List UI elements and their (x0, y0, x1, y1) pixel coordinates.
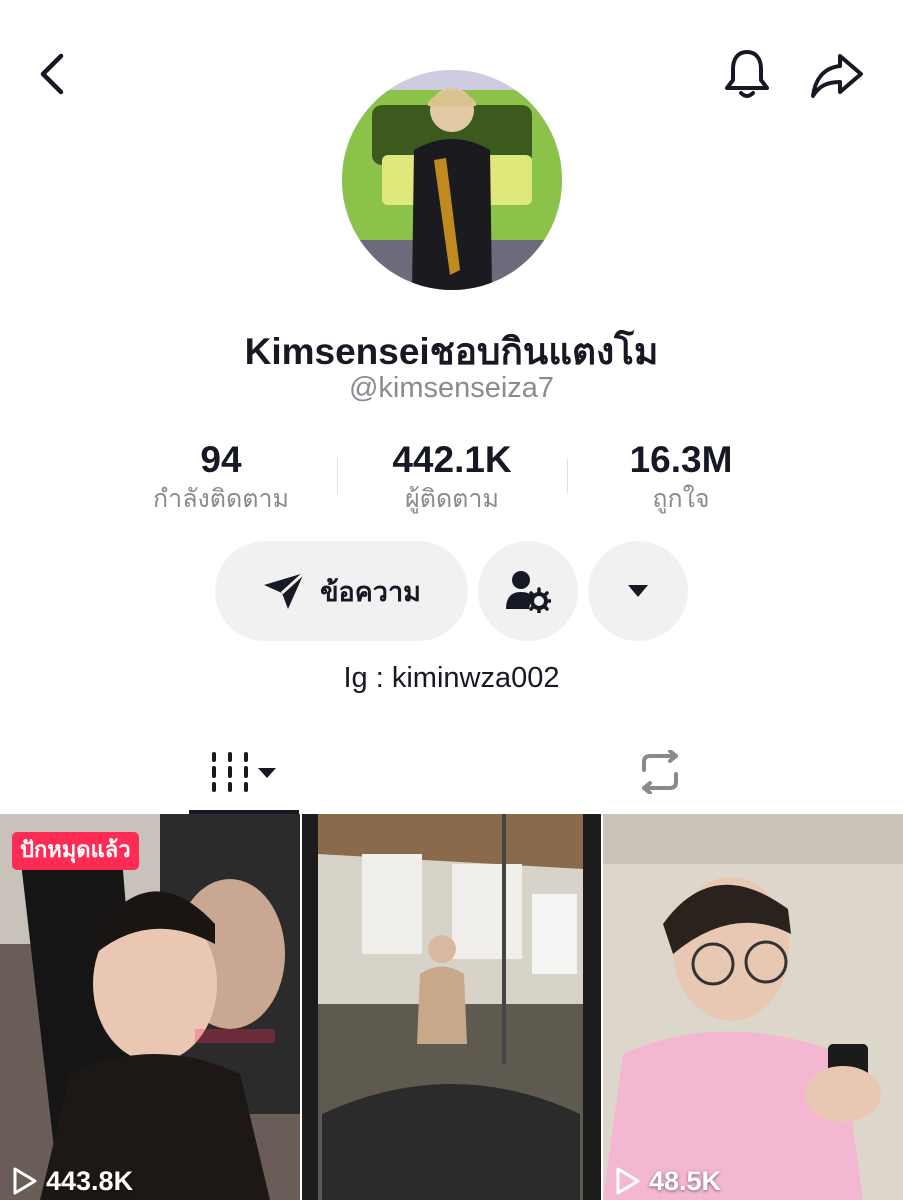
send-icon (264, 571, 306, 609)
video-thumbnail-image (603, 814, 903, 1200)
tab-videos[interactable] (190, 730, 298, 814)
view-count: 443.8K (12, 1162, 133, 1200)
share-arrow-icon (811, 54, 863, 98)
content-tabs (0, 730, 903, 814)
following-count: 94 (200, 439, 242, 480)
following-stat[interactable]: 94 กำลังติดตาม (111, 440, 331, 516)
followers-label: ผู้ติดตาม (405, 484, 499, 513)
play-icon (13, 1167, 37, 1195)
message-label: ข้อความ (320, 576, 421, 608)
video-thumbnail-image (0, 814, 300, 1200)
play-icon (616, 1167, 640, 1195)
action-buttons: ข้อความ (0, 541, 903, 641)
avatar-image (342, 70, 562, 290)
view-count-value: 48.5K (649, 1165, 722, 1196)
likes-count: 16.3M (629, 439, 733, 480)
view-count-value: 443.8K (46, 1165, 134, 1196)
user-settings-icon (506, 571, 551, 613)
message-button[interactable]: ข้อความ (215, 541, 468, 641)
caret-down-icon (628, 585, 648, 597)
view-count: 48.5K (615, 1162, 721, 1200)
video-thumbnail[interactable] (302, 814, 601, 1200)
likes-stat[interactable]: 16.3M ถูกใจ (571, 440, 791, 516)
video-thumbnail[interactable]: 48.5K (603, 814, 903, 1200)
bell-icon (725, 50, 769, 98)
share-button[interactable] (806, 46, 868, 104)
video-thumbnail[interactable]: ปักหมุดแล้ว 443.8K (0, 814, 300, 1200)
username: @kimsenseiza7 (348, 372, 555, 404)
stat-divider (567, 458, 568, 494)
friend-settings-button[interactable] (478, 541, 578, 641)
repost-icon (642, 750, 678, 794)
stats-row: 94 กำลังติดตาม 442.1K ผู้ติดตาม 16.3M ถู… (0, 440, 903, 520)
bio-text: Ig : kiminwza002 (343, 662, 560, 694)
followers-stat[interactable]: 442.1K ผู้ติดตาม (342, 440, 562, 516)
followers-count: 442.1K (392, 439, 512, 480)
notification-button[interactable] (718, 44, 776, 104)
likes-label: ถูกใจ (652, 484, 710, 513)
avatar[interactable] (342, 70, 562, 290)
chevron-left-icon (40, 53, 64, 95)
following-label: กำลังติดตาม (153, 484, 289, 513)
grid-icon (212, 752, 276, 792)
video-grid: ปักหมุดแล้ว 443.8K 48.5K (0, 814, 903, 1200)
tab-reposts[interactable] (605, 730, 715, 814)
video-thumbnail-image (302, 814, 601, 1200)
back-button[interactable] (28, 48, 76, 100)
stat-divider (337, 458, 338, 494)
pinned-badge: ปักหมุดแล้ว (12, 832, 139, 870)
more-options-button[interactable] (588, 541, 688, 641)
